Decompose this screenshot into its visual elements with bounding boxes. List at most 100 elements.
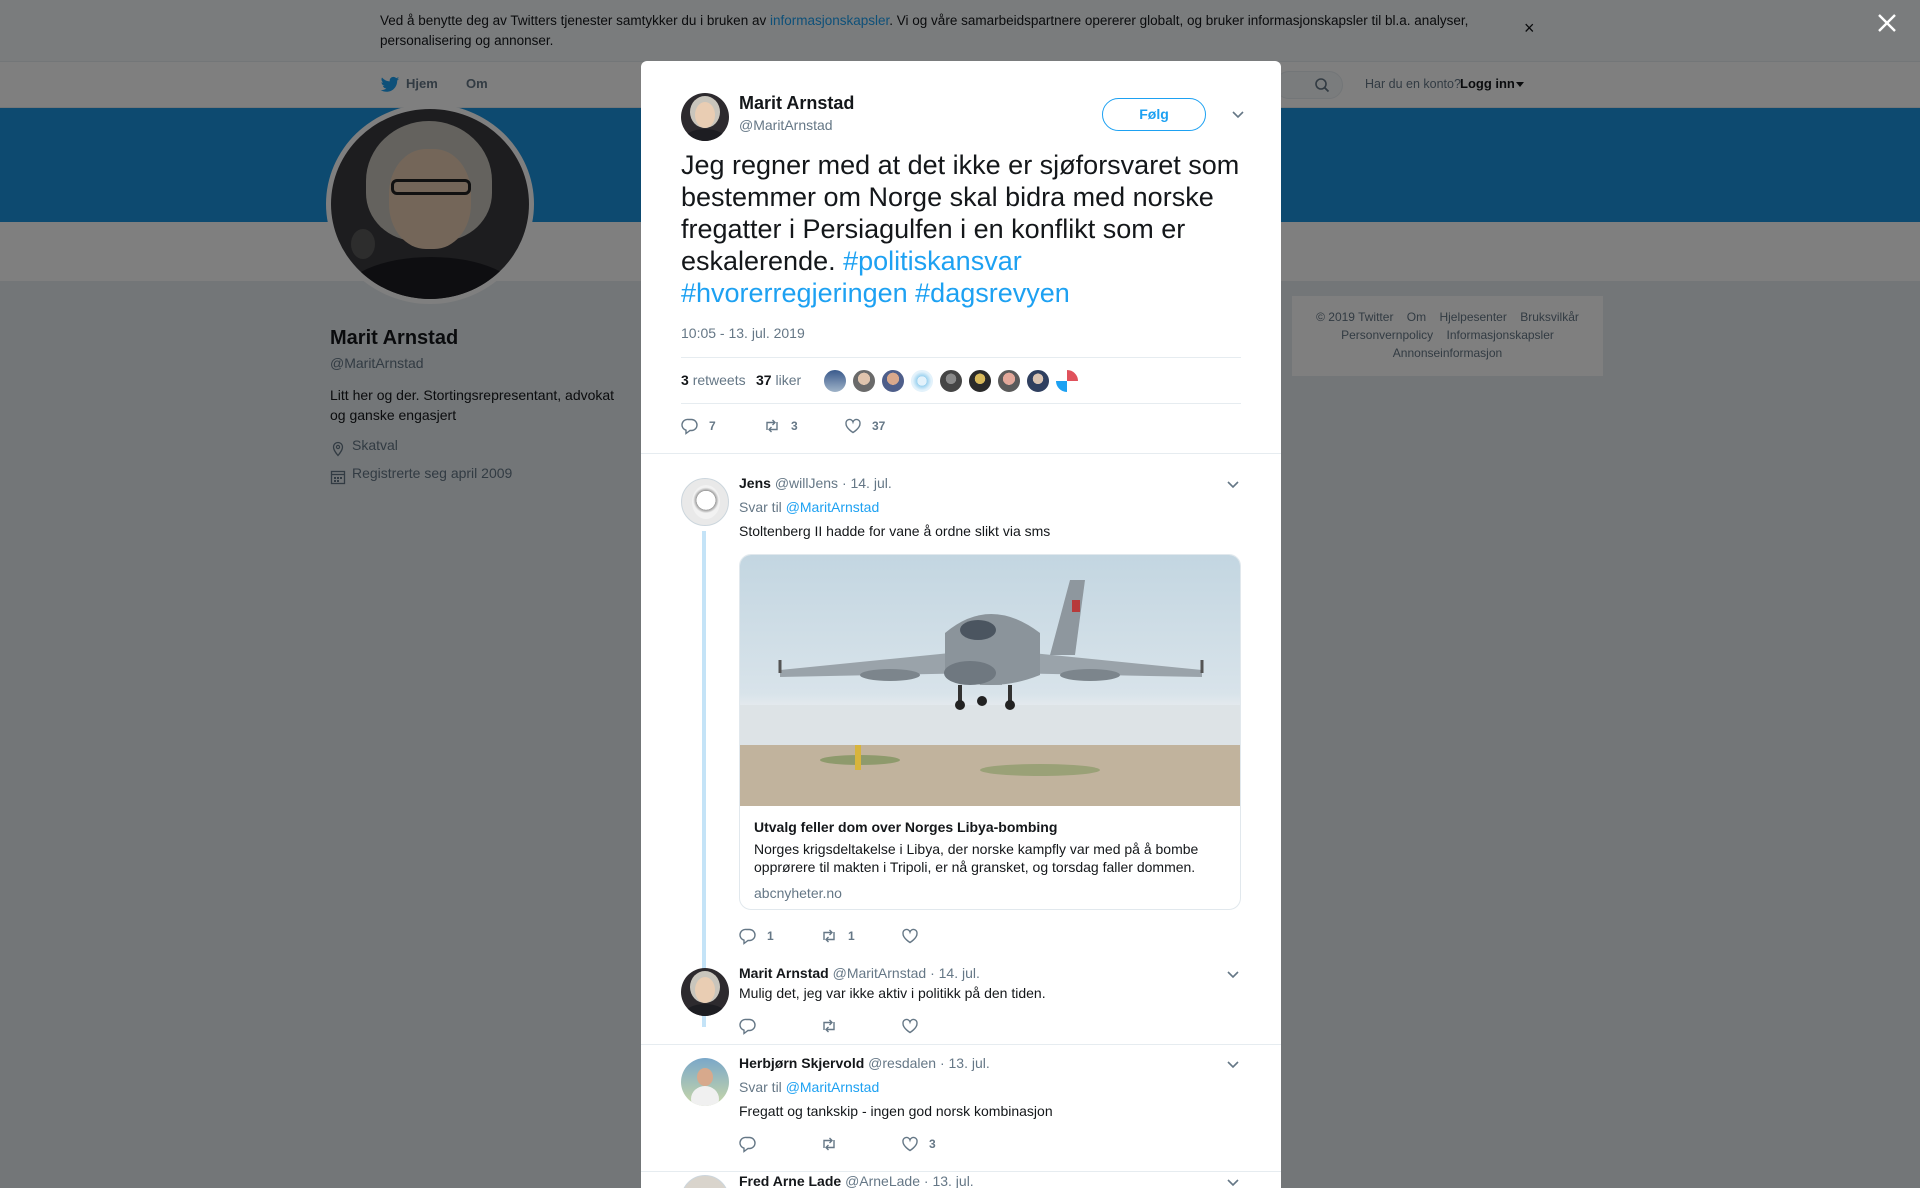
reply-text: Stoltenberg II hadde for vane å ordne sl… — [739, 523, 1051, 539]
retweets-label: retweets — [692, 372, 746, 388]
liker-avatar[interactable] — [910, 369, 934, 393]
link-card[interactable]: Utvalg feller dom over Norges Libya-bomb… — [739, 554, 1241, 910]
hashtag-link[interactable]: #politiskansvar — [843, 246, 1022, 276]
tweet-stats: 3 retweets 37 liker — [681, 357, 1241, 404]
reply-button[interactable] — [739, 1017, 767, 1035]
tweet-timestamp[interactable]: 10:05 - 13. jul. 2019 — [681, 325, 805, 341]
likes-stat[interactable]: 37 liker — [756, 372, 801, 388]
reply-date[interactable]: · 13. jul. — [924, 1173, 974, 1188]
reply-text: Mulig det, jeg var ikke aktiv i politikk… — [739, 985, 1046, 1001]
reply-author-name[interactable]: Fred Arne Lade — [739, 1173, 841, 1188]
liker-avatar[interactable] — [852, 369, 876, 393]
divider — [641, 1171, 1281, 1172]
avatar-body — [691, 1086, 719, 1106]
reply-to: Svar til @MaritArnstad — [739, 499, 879, 515]
chevron-down-icon[interactable] — [1232, 111, 1244, 119]
close-icon[interactable] — [1874, 10, 1900, 36]
liker-avatar[interactable] — [1055, 369, 1079, 393]
reply-header: Fred Arne Lade @ArneLade · 13. jul. — [739, 1173, 974, 1188]
card-title: Utvalg feller dom over Norges Libya-bomb… — [754, 819, 1058, 835]
like-icon — [845, 418, 861, 434]
avatar[interactable] — [681, 1058, 729, 1106]
retweet-count: 3 — [791, 419, 798, 433]
likes-label: liker — [775, 372, 802, 388]
reply-author-name[interactable]: Jens — [739, 475, 771, 491]
chevron-down-icon[interactable] — [1227, 481, 1239, 489]
chevron-down-icon[interactable] — [1227, 1061, 1239, 1069]
retweets-count: 3 — [681, 372, 689, 388]
chevron-down-icon[interactable] — [1227, 971, 1239, 979]
avatar-face — [697, 1068, 713, 1086]
liker-avatar[interactable] — [939, 369, 963, 393]
liker-avatar[interactable] — [1026, 369, 1050, 393]
reply-actions: 1 1 — [739, 927, 1039, 947]
like-count: 3 — [929, 1137, 936, 1151]
reply-text: Fregatt og tankskip - ingen god norsk ko… — [739, 1103, 1053, 1119]
reply-date[interactable]: · 14. jul. — [842, 475, 892, 491]
reply-date[interactable]: · 14. jul. — [930, 965, 980, 981]
reply-to: Svar til @MaritArnstad — [739, 1079, 879, 1095]
reply-to-link[interactable]: @MaritArnstad — [786, 1079, 880, 1095]
reply-author-handle[interactable]: @MaritArnstad — [833, 965, 927, 981]
tweet-actions: 7 3 37 — [681, 417, 1081, 437]
retweet-button[interactable] — [820, 1135, 848, 1153]
tweet-author-name[interactable]: Marit Arnstad — [739, 93, 854, 114]
retweet-icon — [766, 419, 778, 433]
avatar[interactable] — [681, 93, 729, 141]
retweets-stat[interactable]: 3 retweets — [681, 372, 746, 388]
reply-author-name[interactable]: Herbjørn Skjervold — [739, 1055, 864, 1071]
likes-count: 37 — [756, 372, 772, 388]
reply-to-link[interactable]: @MaritArnstad — [786, 499, 880, 515]
reply-author-name[interactable]: Marit Arnstad — [739, 965, 829, 981]
like-icon — [902, 1018, 918, 1034]
divider — [641, 453, 1281, 454]
reply-to-label: Svar til — [739, 499, 782, 515]
avatar-face — [695, 102, 715, 128]
like-button[interactable]: 3 — [901, 1135, 936, 1153]
reply-icon — [739, 1018, 756, 1035]
reply-author-handle[interactable]: @ArneLade — [845, 1173, 920, 1188]
liker-avatar[interactable] — [823, 369, 847, 393]
avatar-shoulders — [683, 1004, 727, 1016]
liker-avatar[interactable] — [968, 369, 992, 393]
avatar-face — [692, 485, 720, 519]
reply-actions — [739, 1017, 1039, 1037]
hashtag-link[interactable]: #hvorerregjeringen — [681, 278, 908, 308]
retweet-button[interactable] — [820, 1017, 848, 1035]
retweet-button[interactable]: 3 — [763, 417, 798, 435]
thread-line — [702, 531, 706, 1027]
chevron-down-icon[interactable] — [1227, 1179, 1239, 1187]
liker-avatar[interactable] — [997, 369, 1021, 393]
reply-header: Marit Arnstad @MaritArnstad · 14. jul. — [739, 965, 980, 981]
reply-button[interactable] — [739, 1135, 767, 1153]
tweet-author-handle[interactable]: @MaritArnstad — [739, 117, 833, 133]
like-button[interactable] — [901, 927, 929, 945]
tweet-text: Jeg regner med at det ikke er sjøforsvar… — [681, 149, 1241, 309]
reply-to-label: Svar til — [739, 1079, 782, 1095]
reply-icon — [739, 928, 756, 945]
follow-button[interactable]: Følg — [1102, 98, 1206, 131]
reply-button[interactable]: 1 — [739, 927, 774, 945]
retweet-icon — [823, 929, 835, 943]
retweet-icon — [823, 1019, 835, 1033]
avatar[interactable] — [681, 1175, 729, 1188]
reply-count: 1 — [767, 929, 774, 943]
card-domain: abcnyheter.no — [754, 885, 842, 901]
reply-count: 7 — [709, 419, 716, 433]
reply-button[interactable]: 7 — [681, 417, 716, 435]
retweet-button[interactable]: 1 — [820, 927, 855, 945]
avatar[interactable] — [681, 968, 729, 1016]
tweet-modal: Marit Arnstad @MaritArnstad Følg Jeg reg… — [641, 61, 1281, 1188]
hashtag-link[interactable]: #dagsrevyen — [915, 278, 1070, 308]
like-button[interactable]: 37 — [844, 417, 885, 435]
like-icon — [902, 928, 918, 944]
like-button[interactable] — [901, 1017, 929, 1035]
divider — [641, 1044, 1281, 1045]
reply-icon — [681, 418, 698, 435]
avatar[interactable] — [681, 478, 729, 526]
reply-author-handle[interactable]: @resdalen — [868, 1055, 936, 1071]
reply-author-handle[interactable]: @willJens — [775, 475, 838, 491]
avatar-shoulders — [683, 129, 727, 141]
reply-date[interactable]: · 13. jul. — [940, 1055, 990, 1071]
liker-avatar[interactable] — [881, 369, 905, 393]
